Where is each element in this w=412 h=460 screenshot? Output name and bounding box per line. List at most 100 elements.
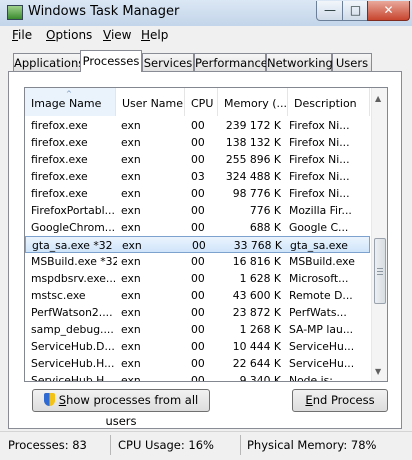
menu-view[interactable]: View	[103, 28, 131, 42]
process-row[interactable]: firefox.exe exn 00 239 172 K Firefox Ni...	[25, 117, 370, 134]
process-description: Remote D...	[289, 289, 353, 302]
close-button[interactable]: ✕	[367, 1, 410, 21]
process-cpu: 00	[191, 187, 205, 200]
process-cpu: 00	[191, 357, 205, 370]
process-memory: 23 872 K	[232, 306, 281, 319]
process-row[interactable]: mspdbsrv.exe... exn 00 1 628 K Microsoft...	[25, 270, 370, 287]
process-row[interactable]: firefox.exe exn 00 138 132 K Firefox Ni...	[25, 134, 370, 151]
process-row[interactable]: MSBuild.exe *32 exn 00 16 816 K MSBuild.exe	[25, 253, 370, 270]
process-row[interactable]: ServiceHub.H... exn 00 22 644 K ServiceHu...	[25, 355, 370, 372]
process-row[interactable]: FirefoxPortabl... exn 00 776 K Mozilla Fir..…	[25, 202, 370, 219]
end-process-button[interactable]: End Process	[292, 389, 388, 412]
process-cpu: 00	[191, 221, 205, 234]
process-cpu: 00	[191, 340, 205, 353]
process-user: exn	[121, 170, 141, 183]
process-name: firefox.exe	[31, 153, 88, 166]
column-user-name[interactable]: User Name	[116, 88, 185, 116]
process-name: MSBuild.exe *32	[31, 255, 117, 268]
process-row[interactable]: firefox.exe exn 03 324 488 K Firefox Ni...	[25, 168, 370, 185]
scroll-down-icon[interactable]: ▼	[375, 367, 381, 376]
status-physical-memory: Physical Memory: 78%	[247, 438, 377, 452]
scroll-up-icon[interactable]: ▲	[375, 94, 381, 103]
menu-view-accel: V	[103, 28, 111, 42]
process-name: ServiceHub.H...	[31, 357, 115, 370]
menu-file[interactable]: File	[12, 28, 32, 42]
process-description: Node.js:...	[289, 374, 344, 382]
show-all-accel: S	[58, 393, 67, 407]
tab-performance[interactable]: Performance	[194, 53, 268, 71]
process-row[interactable]: ServiceHub.D... exn 00 10 444 K ServiceHu...	[25, 338, 370, 355]
process-user: exn	[121, 357, 141, 370]
process-row[interactable]: gta_sa.exe *32 exn 00 33 768 K gta_sa.exe	[25, 236, 370, 253]
tab-networking[interactable]: Networking	[266, 53, 333, 71]
process-user: exn	[121, 340, 141, 353]
process-row[interactable]: ServiceHub.H... exn 00 9 340 K Node.js:...	[25, 372, 370, 382]
process-name: PerfWatson2....	[31, 306, 113, 319]
process-cpu: 00	[191, 306, 205, 319]
process-user: exn	[121, 255, 141, 268]
process-user: exn	[122, 239, 142, 252]
title-bar[interactable]: Windows Task Manager — □ ✕	[0, 0, 412, 26]
maximize-button[interactable]: □	[342, 1, 369, 21]
process-row[interactable]: PerfWatson2.... exn 00 23 872 K PerfWats...	[25, 304, 370, 321]
process-cpu: 00	[191, 136, 205, 149]
menu-options[interactable]: Options	[46, 28, 92, 42]
process-name: mstsc.exe	[31, 289, 86, 302]
process-memory: 9 340 K	[239, 374, 281, 382]
process-memory: 776 K	[249, 204, 281, 217]
menu-help[interactable]: Help	[141, 28, 168, 42]
process-description: Firefox Ni...	[289, 136, 350, 149]
scroll-thumb[interactable]	[374, 238, 386, 304]
process-description: gta_sa.exe	[290, 239, 348, 252]
menu-bar: File Options View Help	[0, 26, 412, 46]
process-description: Microsoft...	[289, 272, 349, 285]
column-image-name[interactable]: ^ Image Name	[25, 88, 116, 116]
tab-applications[interactable]: Applications	[13, 53, 84, 71]
process-name: firefox.exe	[31, 170, 88, 183]
process-cpu: 00	[192, 239, 206, 252]
process-description: MSBuild.exe	[289, 255, 355, 268]
process-cpu: 00	[191, 272, 205, 285]
process-row[interactable]: mstsc.exe exn 00 43 600 K Remote D...	[25, 287, 370, 304]
menu-help-accel: H	[141, 28, 151, 42]
column-cpu[interactable]: CPU	[185, 88, 218, 116]
window-title: Windows Task Manager	[28, 4, 180, 19]
scroll-thumb-grip	[377, 274, 383, 275]
show-all-processes-button[interactable]: Show processes from all users	[32, 389, 210, 428]
process-description: PerfWats...	[289, 306, 347, 319]
process-memory: 1 268 K	[239, 323, 281, 336]
menu-file-label: ile	[18, 28, 33, 42]
process-cpu: 00	[191, 374, 205, 382]
process-memory: 16 816 K	[232, 255, 281, 268]
tab-processes[interactable]: Processes	[80, 50, 142, 72]
process-list[interactable]: ^ Image Name User Name CPU Memory (... D…	[24, 87, 388, 382]
process-memory: 688 K	[249, 221, 281, 234]
tab-services[interactable]: Services	[142, 53, 194, 71]
process-name: firefox.exe	[31, 136, 88, 149]
process-name: gta_sa.exe *32	[32, 239, 113, 252]
process-user: exn	[121, 289, 141, 302]
column-description[interactable]: Description	[288, 88, 370, 116]
process-memory: 10 444 K	[232, 340, 281, 353]
process-row[interactable]: firefox.exe exn 00 98 776 K Firefox Ni...	[25, 185, 370, 202]
process-row[interactable]: firefox.exe exn 00 255 896 K Firefox Ni...	[25, 151, 370, 168]
vertical-scrollbar[interactable]: ▲ ▼	[371, 88, 387, 381]
process-row[interactable]: samp_debug.... exn 00 1 268 K SA-MP lau...	[25, 321, 370, 338]
process-description: Firefox Ni...	[289, 119, 350, 132]
process-user: exn	[121, 221, 141, 234]
minimize-button[interactable]: —	[316, 1, 344, 21]
process-memory: 239 172 K	[225, 119, 281, 132]
process-cpu: 00	[191, 153, 205, 166]
uac-shield-icon	[43, 393, 55, 406]
process-row[interactable]: GoogleChrom... exn 00 688 K Google C...	[25, 219, 370, 236]
client-area: Applications Processes Services Performa…	[0, 46, 412, 431]
process-cpu: 00	[191, 204, 205, 217]
status-process-count: Processes: 83	[8, 438, 87, 452]
process-name: mspdbsrv.exe...	[31, 272, 117, 285]
scroll-thumb-grip	[377, 271, 383, 272]
tab-users[interactable]: Users	[332, 53, 372, 71]
column-memory[interactable]: Memory (...	[218, 88, 288, 116]
menu-view-label: iew	[110, 28, 132, 42]
process-cpu: 00	[191, 323, 205, 336]
process-description: Firefox Ni...	[289, 153, 350, 166]
